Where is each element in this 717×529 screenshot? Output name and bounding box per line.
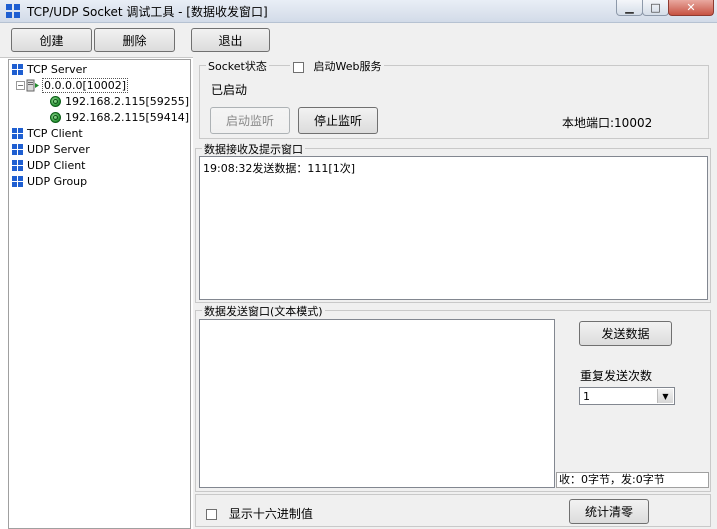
repeat-count-select[interactable]: 1 ▼ <box>579 387 675 405</box>
title-bar: TCP/UDP Socket 调试工具 - [数据收发窗口] ▁ □ ✕ <box>0 0 717 23</box>
send-group: 数据发送窗口(文本模式) 发送数据 重复发送次数 1 ▼ 收：0字节，发:0字节 <box>195 303 711 492</box>
toolbar: 创建 删除 退出 <box>0 23 717 58</box>
tree-item-label: UDP Server <box>27 143 90 156</box>
hex-label: 显示十六进制值 <box>228 507 313 521</box>
receive-group: 数据接收及提示窗口 19:08:32发送数据：111[1次] <box>195 141 711 303</box>
bottom-bar: 显示十六进制值 统计清零 <box>195 494 711 527</box>
repeat-count-label: 重复发送次数 <box>580 369 653 383</box>
web-service-option[interactable]: 启动Web服务 <box>290 58 385 74</box>
app-icon <box>6 4 20 18</box>
socket-status-group: Socket状态 启动Web服务 已启动 启动监听 停止监听 本地端口:1000… <box>199 58 709 139</box>
udp-server-icon <box>12 144 23 155</box>
close-button[interactable]: ✕ <box>668 0 714 16</box>
start-listen-button[interactable]: 启动监听 <box>210 107 290 134</box>
maximize-button[interactable]: □ <box>642 0 669 16</box>
tree-item-label: TCP Server <box>27 63 87 76</box>
exit-button[interactable]: 退出 <box>191 28 270 52</box>
tree-item-label: TCP Client <box>27 127 83 140</box>
udp-client-icon <box>12 160 23 171</box>
connection-icon <box>50 96 61 107</box>
tree-item-client-2[interactable]: 192.168.2.115[59414] <box>50 110 189 125</box>
local-port: 本地端口:10002 <box>562 116 653 130</box>
create-button[interactable]: 创建 <box>11 28 92 52</box>
tcp-server-icon <box>12 64 23 75</box>
maximize-icon: □ <box>650 1 661 14</box>
tree-item-tcp-client[interactable]: TCP Client <box>12 126 83 141</box>
send-data-button[interactable]: 发送数据 <box>579 321 672 346</box>
socket-tree[interactable]: TCP Server − 0.0.0.0[10002] 192.168.2.11… <box>8 59 191 529</box>
tree-item-label: 192.168.2.115[59414] <box>65 111 190 124</box>
window-title: TCP/UDP Socket 调试工具 - [数据收发窗口] <box>27 5 268 19</box>
tree-item-client-1[interactable]: 192.168.2.115[59255] <box>50 94 189 109</box>
stop-listen-button[interactable]: 停止监听 <box>298 107 378 134</box>
connection-icon <box>50 112 61 123</box>
tree-item-label: 0.0.0.0[10002] <box>42 78 129 93</box>
chevron-down-icon[interactable]: ▼ <box>657 389 673 403</box>
minimize-button[interactable]: ▁ <box>616 0 643 16</box>
delete-button[interactable]: 删除 <box>94 28 175 52</box>
collapse-icon[interactable]: − <box>16 81 25 90</box>
right-panel: Socket状态 启动Web服务 已启动 启动监听 停止监听 本地端口:1000… <box>193 57 717 529</box>
hex-option[interactable]: 显示十六进制值 <box>206 505 313 522</box>
tree-item-udp-group[interactable]: UDP Group <box>12 174 87 189</box>
receive-legend: 数据接收及提示窗口 <box>202 141 305 157</box>
web-service-label: 启动Web服务 <box>313 60 382 73</box>
receive-log-text: 19:08:32发送数据：111[1次] <box>203 162 355 175</box>
server-icon <box>26 79 40 92</box>
close-icon: ✕ <box>686 1 696 14</box>
tree-item-tcp-server[interactable]: TCP Server <box>12 62 87 77</box>
clear-stats-button[interactable]: 统计清零 <box>569 499 649 524</box>
hex-checkbox[interactable] <box>206 509 217 520</box>
send-legend: 数据发送窗口(文本模式) <box>202 303 325 319</box>
receive-log[interactable]: 19:08:32发送数据：111[1次] <box>199 156 708 300</box>
socket-status-legend: Socket状态 <box>206 58 269 74</box>
web-service-checkbox[interactable] <box>293 61 304 73</box>
udp-group-icon <box>12 176 23 187</box>
tree-item-udp-server[interactable]: UDP Server <box>12 142 90 157</box>
tree-item-label: UDP Client <box>27 159 86 172</box>
tree-item-label: 192.168.2.115[59255] <box>65 95 190 108</box>
send-input[interactable] <box>199 319 555 488</box>
socket-state: 已启动 <box>211 83 248 97</box>
repeat-count-value: 1 <box>583 389 590 403</box>
minimize-icon: ▁ <box>625 1 634 14</box>
byte-stats: 收：0字节，发:0字节 <box>556 472 709 488</box>
tree-item-label: UDP Group <box>27 175 88 188</box>
tcp-client-icon <box>12 128 23 139</box>
tree-item-udp-client[interactable]: UDP Client <box>12 158 86 173</box>
tree-item-listener[interactable]: − 0.0.0.0[10002] <box>16 78 129 93</box>
